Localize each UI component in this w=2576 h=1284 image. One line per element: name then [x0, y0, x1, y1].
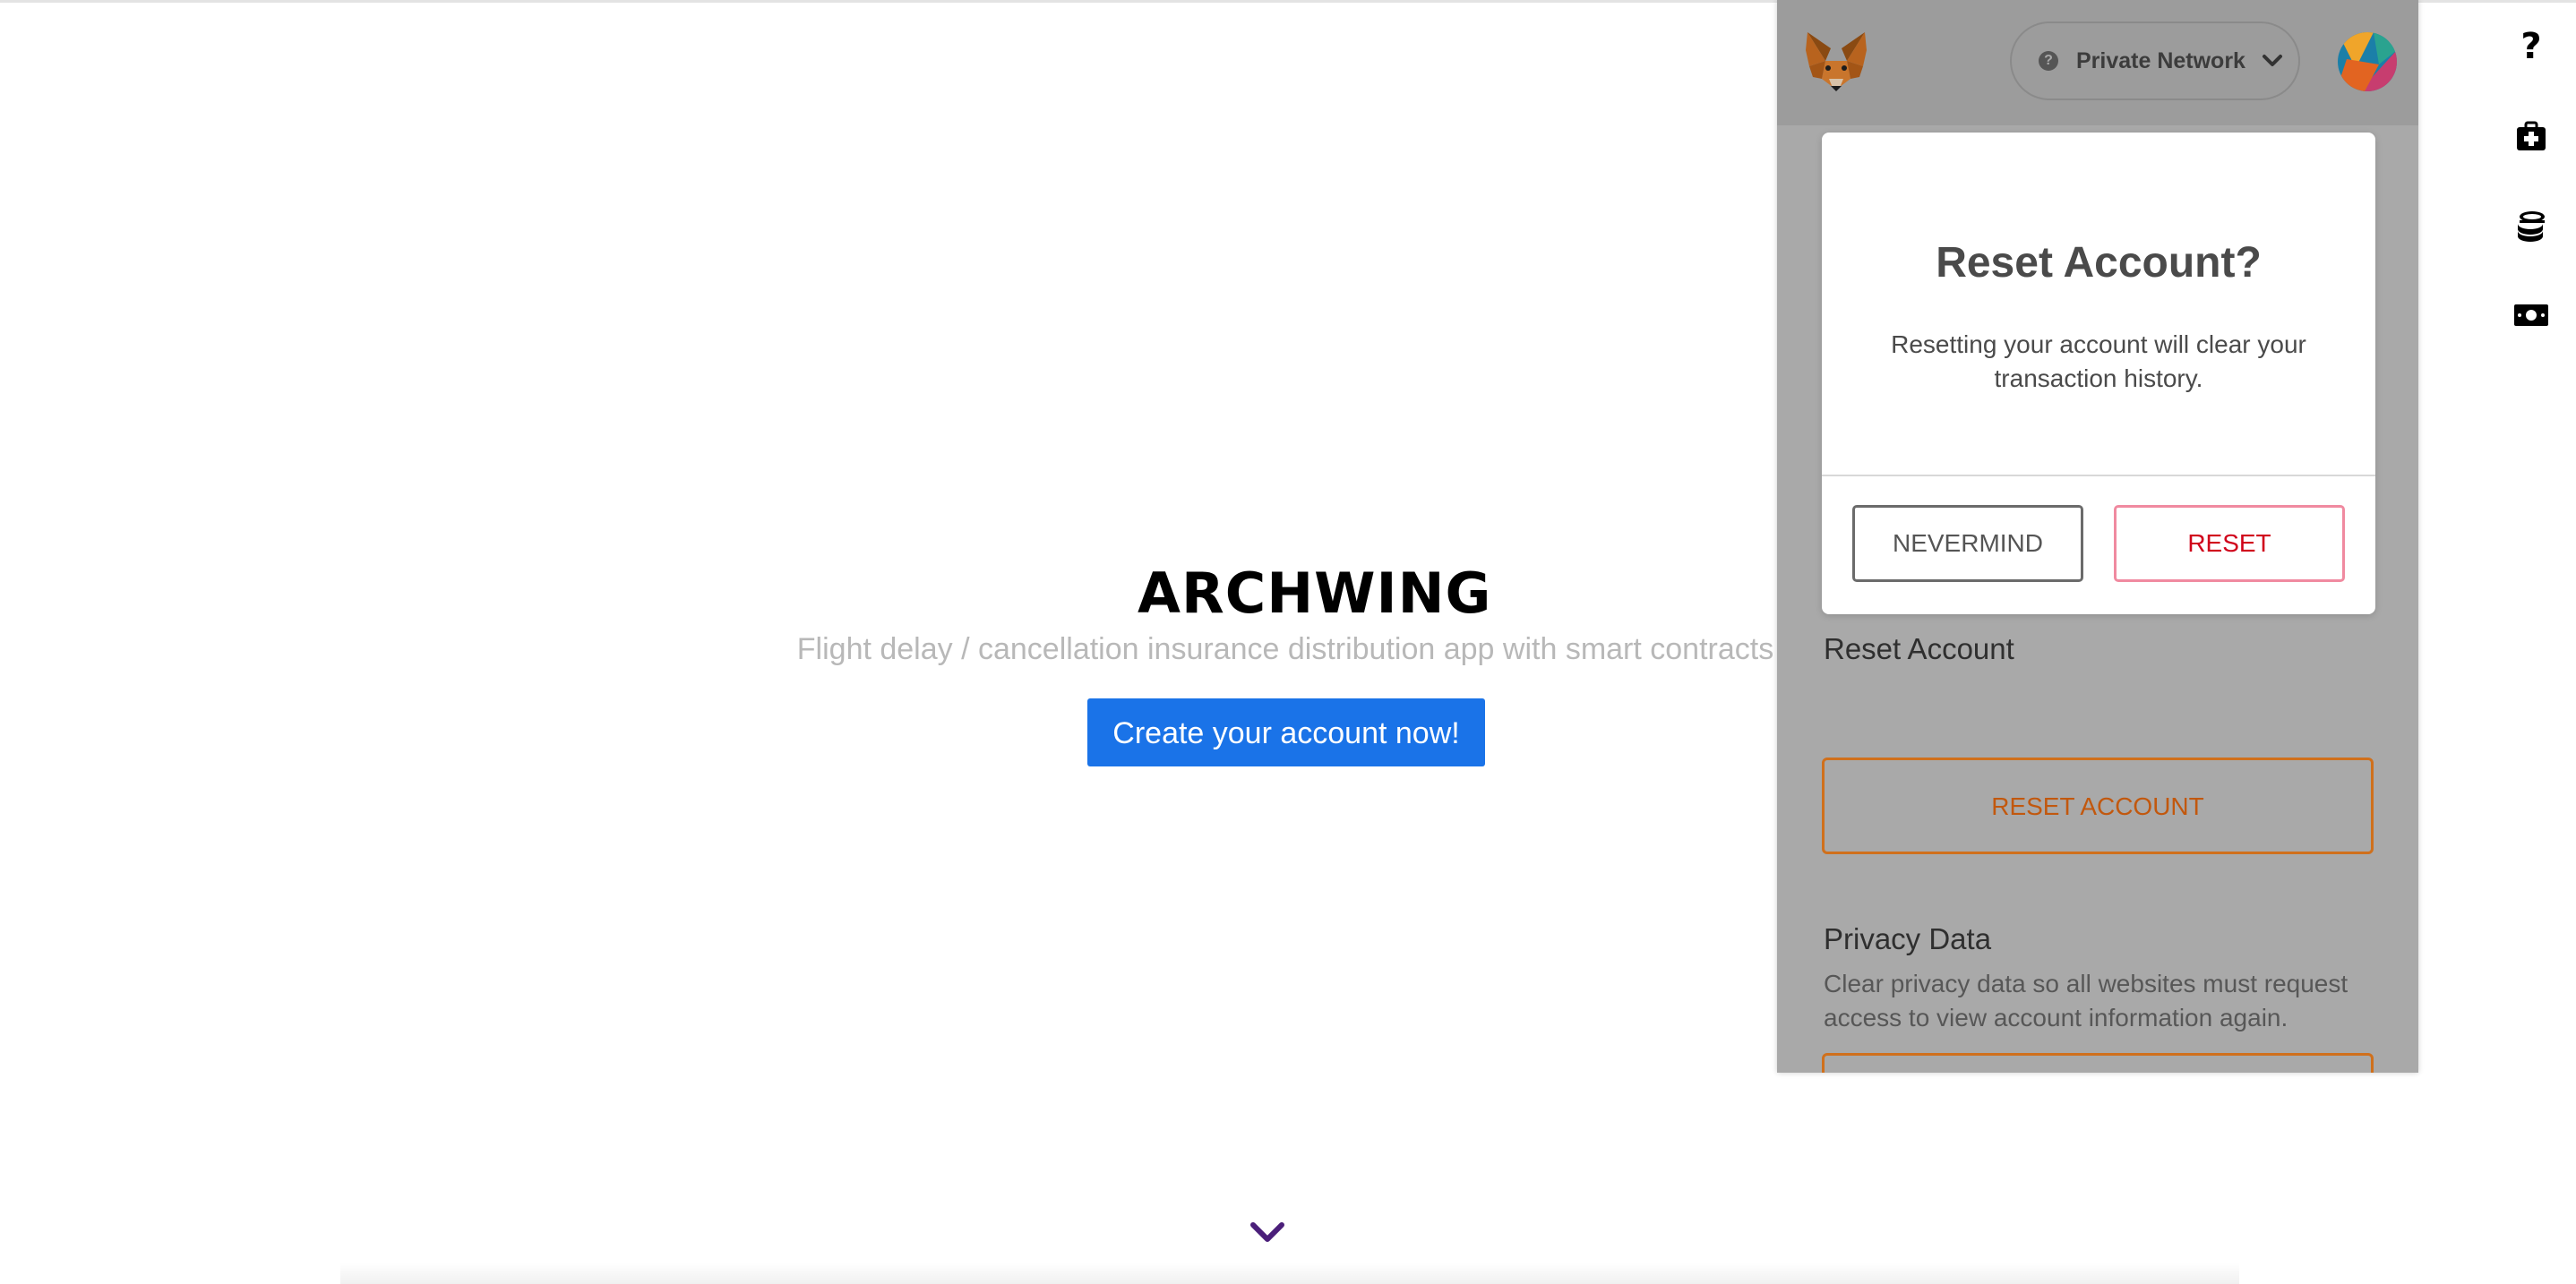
- wallet-popup: ? Private Network Reset Account RESET AC…: [1777, 0, 2418, 1073]
- coins-icon[interactable]: [2512, 206, 2551, 245]
- reset-account-modal: Reset Account? Resetting your account wi…: [1822, 133, 2375, 614]
- brand-title: ARCHWING: [1138, 561, 1492, 626]
- privacy-data-description: Clear privacy data so all websites must …: [1824, 970, 2348, 1031]
- modal-divider: [1822, 475, 2375, 476]
- modal-title: Reset Account?: [1936, 239, 2262, 287]
- wallet-header: ? Private Network: [1777, 0, 2418, 125]
- privacy-data-heading: Privacy Data: [1824, 922, 1992, 955]
- nevermind-button[interactable]: NEVERMIND: [1852, 505, 2083, 582]
- bottom-section-edge: [340, 1263, 2239, 1284]
- tagline: Flight delay / cancellation insurance di…: [796, 632, 1774, 666]
- chevron-down-icon[interactable]: [1249, 1218, 1285, 1246]
- medical-kit-icon[interactable]: [2512, 116, 2551, 156]
- reset-account-heading: Reset Account: [1824, 632, 2014, 665]
- reset-account-button[interactable]: RESET ACCOUNT: [1822, 758, 2374, 854]
- banknote-icon[interactable]: [2512, 295, 2551, 335]
- fox-logo-icon[interactable]: [1804, 30, 1868, 93]
- network-label: Private Network: [2076, 47, 2245, 73]
- clear-privacy-data-button[interactable]: [1822, 1053, 2374, 1073]
- help-icon[interactable]: ?: [2512, 26, 2551, 67]
- confirm-reset-button[interactable]: RESET: [2114, 505, 2345, 582]
- account-avatar[interactable]: [2338, 32, 2397, 91]
- network-help-icon: ?: [2039, 51, 2058, 71]
- network-selector[interactable]: ? Private Network: [2010, 21, 2300, 100]
- create-account-button[interactable]: Create your account now!: [1087, 698, 1485, 766]
- chevron-down-icon: [2262, 55, 2282, 66]
- modal-message: Resetting your account will clear your t…: [1891, 330, 2306, 392]
